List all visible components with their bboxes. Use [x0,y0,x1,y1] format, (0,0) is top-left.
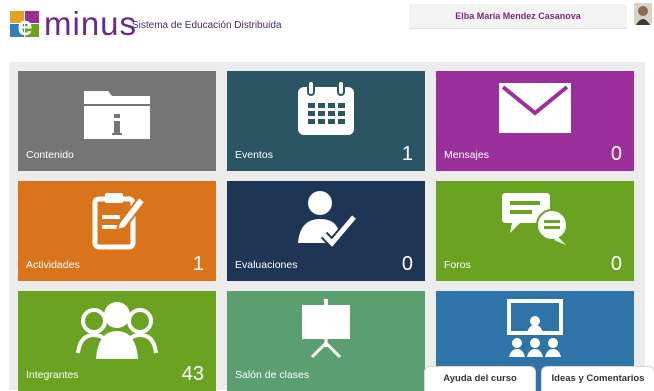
tile-count: 0 [610,143,622,165]
tile-mensajes[interactable]: Mensajes 0 [436,71,634,171]
user-name: Elba María Mendez Casanova [455,11,581,21]
tile-label: Salón de clases [235,369,310,381]
tile-label: Integrantes [26,369,79,381]
tile-label: Foros [444,259,471,271]
course-help-label: Ayuda del curso [443,373,517,384]
tile-count: 1 [401,143,413,165]
tile-label: Evaluaciones [235,259,298,271]
tile-evaluaciones[interactable]: Evaluaciones 0 [227,181,425,281]
presentation-board-icon [227,297,425,361]
tile-salon-de-clases[interactable]: Salón de clases [227,291,425,391]
tile-count: 1 [192,253,204,275]
user-menu[interactable]: Elba María Mendez Casanova [409,4,627,29]
tile-actividades[interactable]: Actividades 1 [18,181,216,281]
user-check-icon [227,187,425,251]
logo-e-icon: e [8,8,42,41]
eminus-logo[interactable]: e minus [8,4,138,42]
ideas-feedback-label: Ideas y Comentarios [551,373,645,384]
envelope-icon [436,77,634,141]
svg-text:e: e [17,11,32,40]
avatar[interactable] [634,3,652,25]
course-dashboard: Contenido Eventos 1 Mensajes 0 Actividad… [9,62,645,391]
logo-wordmark: minus [44,5,138,42]
tile-count: 0 [401,253,413,275]
tile-count: 43 [181,363,204,385]
calendar-icon [227,77,425,141]
tile-label: Contenido [26,149,74,161]
classroom-screen-icon [436,297,634,361]
system-tagline: Sistema de Educación Distribuida [132,20,282,31]
chat-bubbles-icon [436,187,634,251]
ideas-feedback-tab[interactable]: Ideas y Comentarios [541,366,654,391]
course-help-tab[interactable]: Ayuda del curso [424,366,536,391]
tile-integrantes[interactable]: Integrantes 43 [18,291,216,391]
folder-info-icon [18,77,216,141]
tile-foros[interactable]: Foros 0 [436,181,634,281]
group-icon [18,297,216,361]
tile-count: 0 [610,253,622,275]
app-header: e minus Sistema de Educación Distribuida… [0,0,654,44]
tile-eventos[interactable]: Eventos 1 [227,71,425,171]
tile-contenido[interactable]: Contenido [18,71,216,171]
tile-label: Mensajes [444,149,489,161]
tile-label: Eventos [235,149,273,161]
tile-label: Actividades [26,259,80,271]
clipboard-pencil-icon [18,187,216,251]
